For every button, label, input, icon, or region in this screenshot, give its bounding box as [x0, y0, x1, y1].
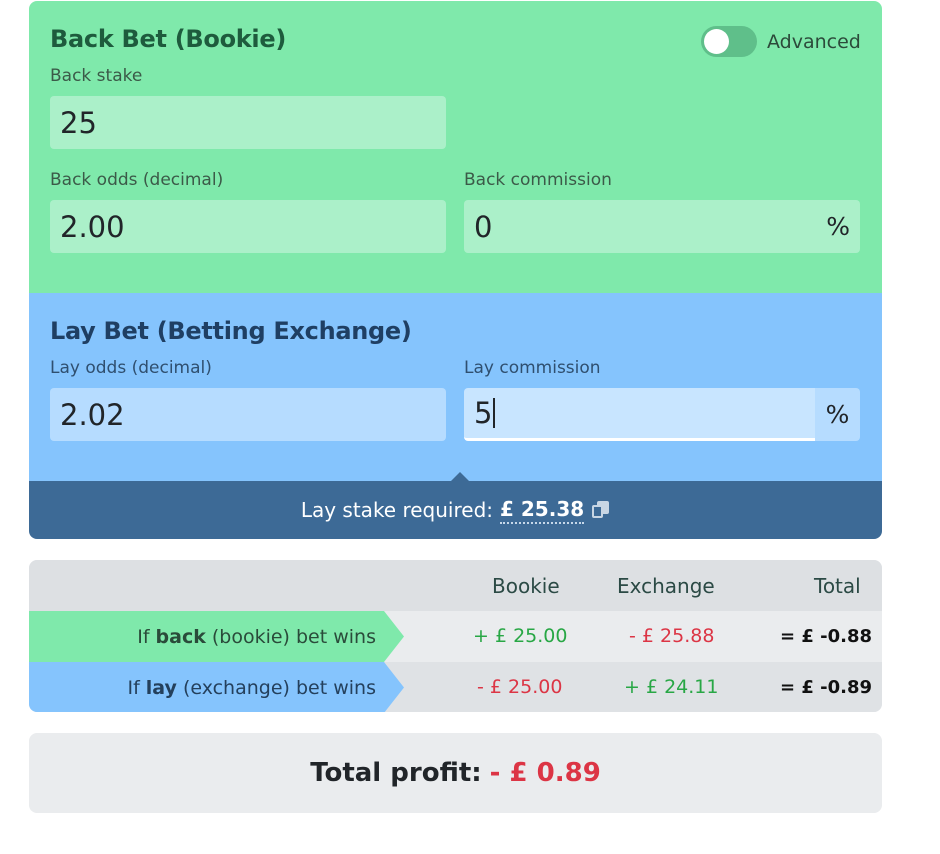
back-stake-input[interactable]: 25 — [50, 96, 446, 149]
back-stake-value: 25 — [60, 105, 97, 140]
lay-bet-title: Lay Bet (Betting Exchange) — [50, 317, 412, 345]
header-exchange: Exchange — [617, 574, 715, 598]
lay-wins-exchange: + £ 24.11 — [624, 676, 719, 698]
back-odds-value: 2.00 — [60, 209, 125, 244]
back-odds-input[interactable]: 2.00 — [50, 200, 446, 253]
lay-stake-bar: Lay stake required: £ 25.38 — [29, 481, 882, 539]
back-wins-exchange: - £ 25.88 — [629, 625, 715, 647]
back-bet-title: Back Bet (Bookie) — [50, 25, 287, 53]
lay-commission-value: 5 — [474, 396, 493, 430]
copy-icon[interactable] — [592, 501, 610, 519]
back-commission-value: 0 — [474, 209, 493, 244]
lay-odds-input[interactable]: 2.02 — [50, 388, 446, 441]
back-bet-card: Back Bet (Bookie) Advanced Back stake 25… — [29, 1, 882, 293]
lay-odds-label: Lay odds (decimal) — [50, 358, 212, 378]
lay-wins-bookie: - £ 25.00 — [477, 676, 563, 698]
header-bookie: Bookie — [492, 574, 560, 598]
toggle-switch-icon[interactable] — [701, 26, 757, 57]
percent-sign: % — [826, 212, 850, 241]
row-label-back: If back (bookie) bet wins — [29, 611, 404, 662]
lay-commission-label: Lay commission — [464, 358, 601, 378]
row-label-lay: If lay (exchange) bet wins — [29, 662, 404, 712]
total-profit-label: Total profit: — [310, 758, 482, 788]
total-profit-value: - £ 0.89 — [489, 758, 601, 788]
results-header: Bookie Exchange Total — [29, 560, 882, 611]
back-commission-label: Back commission — [464, 170, 612, 190]
back-wins-total: = £ -0.88 — [780, 626, 873, 647]
advanced-label: Advanced — [767, 30, 861, 53]
header-total: Total — [814, 574, 861, 598]
percent-sign: % — [825, 400, 850, 429]
lay-stake-label: Lay stake required: — [300, 498, 494, 522]
results-table: Bookie Exchange Total If back (bookie) b… — [29, 560, 882, 712]
text-caret — [493, 398, 496, 428]
table-row: If back (bookie) bet wins + £ 25.00 - £ … — [29, 611, 882, 662]
advanced-toggle[interactable]: Advanced — [701, 26, 861, 57]
back-odds-label: Back odds (decimal) — [50, 170, 224, 190]
back-commission-input[interactable]: 0 % — [464, 200, 860, 253]
lay-stake-value[interactable]: £ 25.38 — [500, 497, 585, 524]
lay-commission-input[interactable]: 5 — [464, 388, 815, 441]
total-profit-box: Total profit: - £ 0.89 — [29, 733, 882, 813]
lay-wins-total: = £ -0.89 — [780, 677, 873, 698]
toggle-knob — [704, 29, 729, 54]
back-wins-bookie: + £ 25.00 — [473, 625, 568, 647]
lay-percent-addon: % — [815, 388, 860, 441]
back-stake-label: Back stake — [50, 66, 143, 86]
table-row: If lay (exchange) bet wins - £ 25.00 + £… — [29, 662, 882, 712]
lay-odds-value: 2.02 — [60, 397, 125, 432]
lay-bet-card: Lay Bet (Betting Exchange) Lay odds (dec… — [29, 293, 882, 481]
stake-notch — [451, 472, 469, 481]
